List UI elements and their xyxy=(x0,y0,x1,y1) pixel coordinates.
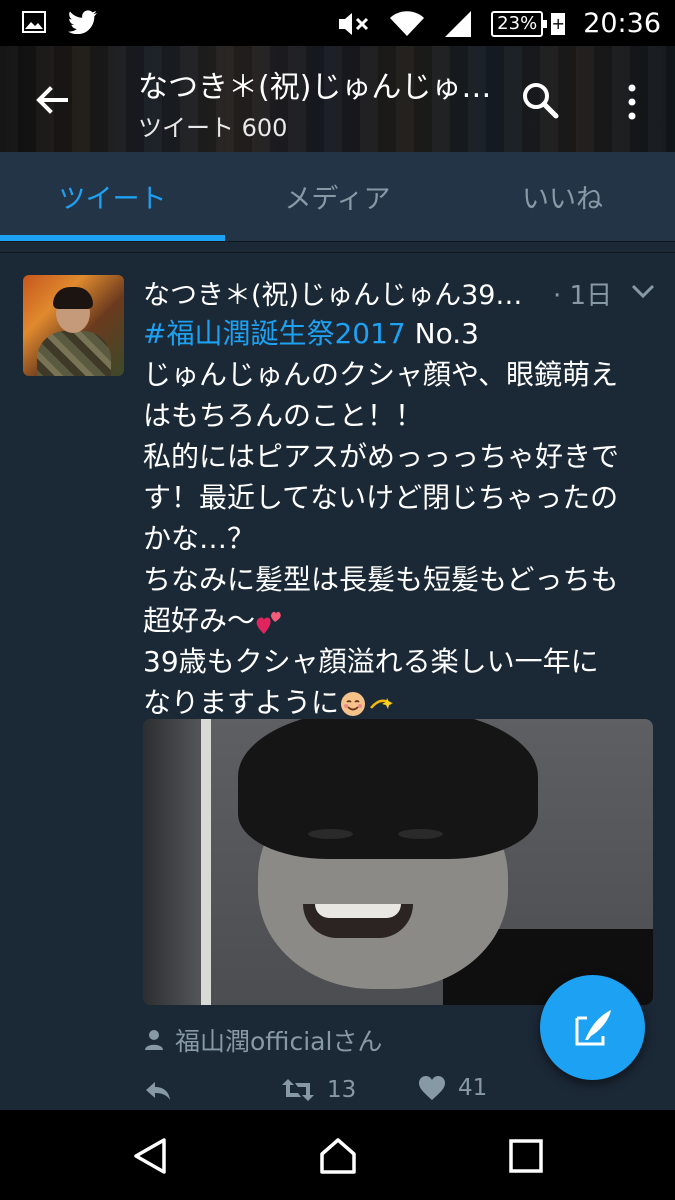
screen: 23% + 20:36 なつき＊(祝)じゅんじゅ… ツイート 600 ツイート … xyxy=(0,0,675,1200)
profile-header: なつき＊(祝)じゅんじゅ… ツイート 600 xyxy=(0,46,675,152)
tweet-text: #福山潤誕生祭2017 No.3 じゅんじゅんのクシャ顔や、眼鏡萌え はもちろん… xyxy=(143,313,658,723)
status-bar: 23% + 20:36 xyxy=(0,0,675,46)
tweet-line: す！最近してないけど閉じちゃったの xyxy=(143,481,619,514)
mute-icon xyxy=(339,12,369,35)
system-nav-bar xyxy=(0,1110,675,1200)
tweet-line: じゅんじゅんのクシャ顔や、眼鏡萌え xyxy=(143,358,619,391)
tab-tweets[interactable]: ツイート xyxy=(0,152,225,241)
tweet-line: 39歳もクシャ顔溢れる楽しい一年に xyxy=(143,645,599,678)
more-vertical-icon[interactable] xyxy=(620,82,644,122)
tweet-line: #福山潤誕生祭2017 No.3 xyxy=(143,313,658,354)
retweet-count: 13 xyxy=(327,1077,357,1103)
tweet-header: なつき＊(祝)じゅんじゅん39… · 1日 xyxy=(143,271,663,315)
tweet-line: 超好み〜 xyxy=(143,600,658,641)
twitter-bird-icon xyxy=(68,10,97,34)
tagged-user-name: 福山潤officialさん xyxy=(175,1027,383,1056)
avatar[interactable] xyxy=(23,275,124,376)
like-button[interactable]: 41 xyxy=(418,1075,487,1101)
tagged-user[interactable]: 福山潤officialさん xyxy=(143,1023,382,1057)
two-hearts-emoji xyxy=(256,611,281,634)
reply-button[interactable] xyxy=(143,1079,173,1103)
recent-apps-icon[interactable] xyxy=(506,1136,546,1176)
tweet-line: なりますように xyxy=(143,682,658,723)
compose-tweet-button[interactable] xyxy=(540,975,645,1080)
person-icon xyxy=(145,1030,163,1050)
tweet-time: · 1日 xyxy=(553,281,613,311)
wifi-icon xyxy=(390,10,425,36)
tweet-line: はもちろんのこと！！ xyxy=(143,399,424,432)
profile-title: なつき＊(祝)じゅんじゅ… xyxy=(138,70,492,105)
dizzy-emoji xyxy=(370,698,394,709)
tweet-line-text: なりますように xyxy=(143,686,340,719)
hashtag-link[interactable]: #福山潤誕生祭2017 xyxy=(143,317,406,350)
profile-tabs: ツイート メディア いいね xyxy=(0,152,675,242)
back-triangle-icon[interactable] xyxy=(130,1136,170,1176)
retweet-button[interactable]: 13 xyxy=(281,1075,356,1105)
tweet-photo[interactable] xyxy=(143,719,653,1005)
home-icon[interactable] xyxy=(318,1136,358,1176)
tab-media[interactable]: メディア xyxy=(225,152,450,241)
search-icon[interactable] xyxy=(520,80,560,120)
tab-likes[interactable]: いいね xyxy=(450,152,675,241)
signal-icon xyxy=(445,10,472,37)
tweet-author[interactable]: なつき＊(祝)じゅんじゅん39… xyxy=(143,273,548,312)
image-icon xyxy=(22,11,46,33)
charging-badge: + xyxy=(551,12,566,35)
smiling-face-emoji xyxy=(341,692,366,716)
tweet-line-text: 超好み〜 xyxy=(143,604,256,637)
tweet-line-text: No.3 xyxy=(405,317,479,350)
tweet-line: 私的にはピアスがめっっっちゃ好きで xyxy=(143,440,620,473)
tweet-line: ちなみに髪型は長髪も短髪もどっちも xyxy=(143,563,619,596)
tweet-count: ツイート 600 xyxy=(138,114,288,142)
chevron-down-icon[interactable] xyxy=(628,279,658,303)
like-count: 41 xyxy=(458,1075,488,1101)
tweet-actions: 13 41 xyxy=(143,1075,523,1111)
retweet-icon xyxy=(282,1079,314,1101)
arrow-left-icon[interactable] xyxy=(30,78,74,122)
tweet-line: かな…？ xyxy=(143,522,256,555)
compose-icon xyxy=(575,1009,611,1045)
clock: 20:36 xyxy=(583,8,661,39)
heart-icon xyxy=(419,1076,445,1100)
battery-indicator: 23% xyxy=(491,10,548,37)
reply-icon xyxy=(146,1082,170,1100)
